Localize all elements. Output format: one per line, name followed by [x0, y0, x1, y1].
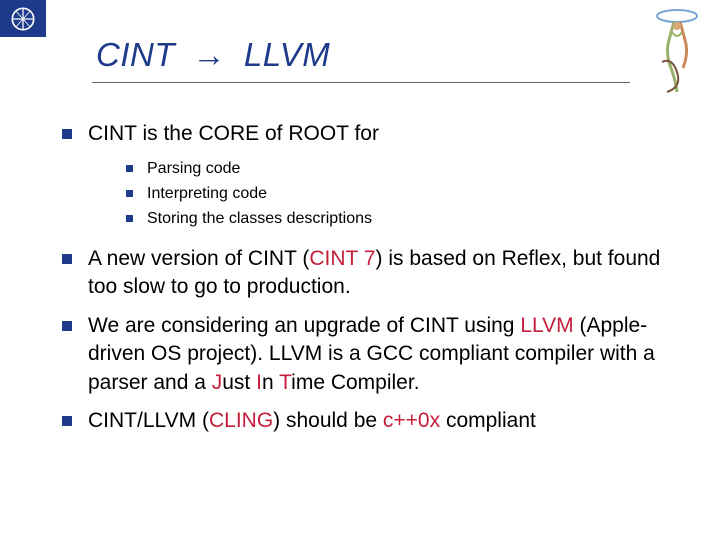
- title-right: LLVM: [244, 36, 330, 73]
- title-left: CINT: [96, 36, 175, 73]
- highlight-cint7: CINT 7: [309, 247, 375, 270]
- bullet-icon: [62, 416, 72, 426]
- logo-badge: [0, 0, 46, 37]
- sub-bullet-3: Storing the classes descriptions: [126, 208, 680, 230]
- sub-bullet-1: Parsing code: [126, 158, 680, 180]
- highlight-t: T: [279, 371, 291, 394]
- sub-bullet-group: Parsing code Interpreting code Storing t…: [126, 158, 680, 229]
- hkn-logo-icon: [6, 5, 40, 33]
- bullet-1-text: CINT is the CORE of ROOT for: [88, 120, 379, 148]
- bullet-icon: [126, 190, 133, 197]
- bullet-1: CINT is the CORE of ROOT for: [62, 120, 680, 148]
- bullet-icon: [62, 129, 72, 139]
- bullet-3-text: We are considering an upgrade of CINT us…: [88, 312, 680, 397]
- sub-bullet-3-text: Storing the classes descriptions: [147, 208, 372, 230]
- bullet-3: We are considering an upgrade of CINT us…: [62, 312, 680, 397]
- bullet-icon: [126, 165, 133, 172]
- sub-bullet-1-text: Parsing code: [147, 158, 240, 180]
- highlight-cxx0x: c++0x: [383, 409, 440, 432]
- sub-bullet-2: Interpreting code: [126, 183, 680, 205]
- bullet-2: A new version of CINT (CINT 7) is based …: [62, 245, 680, 302]
- bullet-4: CINT/LLVM (CLING) should be c++0x compli…: [62, 407, 680, 435]
- title-region: CINT → LLVM: [92, 36, 630, 83]
- arrow-icon: →: [193, 36, 227, 74]
- highlight-cling: CLING: [209, 409, 273, 432]
- sub-bullet-2-text: Interpreting code: [147, 183, 267, 205]
- bullet-icon: [62, 321, 72, 331]
- bullet-icon: [62, 254, 72, 264]
- highlight-llvm: LLVM: [520, 314, 573, 337]
- decorative-figure-icon: [642, 2, 712, 97]
- bullet-icon: [126, 215, 133, 222]
- body-content: CINT is the CORE of ROOT for Parsing cod…: [62, 120, 680, 445]
- highlight-j: J: [212, 371, 223, 394]
- bullet-4-text: CINT/LLVM (CLING) should be c++0x compli…: [88, 407, 536, 435]
- slide: CINT → LLVM CINT is the CORE of ROOT for…: [0, 0, 720, 540]
- bullet-2-text: A new version of CINT (CINT 7) is based …: [88, 245, 680, 302]
- slide-title: CINT → LLVM: [92, 36, 630, 83]
